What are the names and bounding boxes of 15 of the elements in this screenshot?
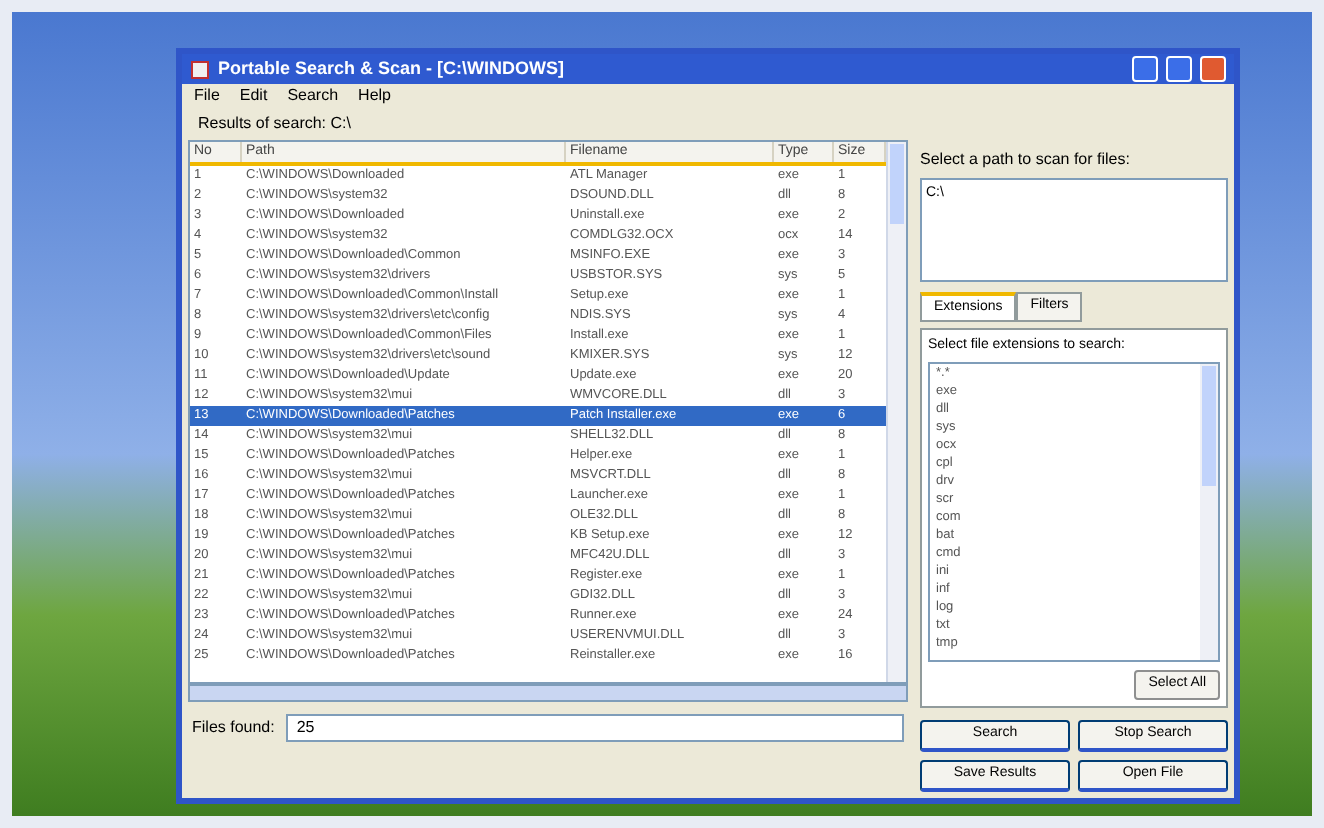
menu-item[interactable]: Search bbox=[287, 84, 339, 109]
files-found-field[interactable]: 25 bbox=[286, 713, 904, 742]
close-button[interactable] bbox=[1200, 56, 1226, 83]
list-scrollbar[interactable] bbox=[1200, 363, 1218, 660]
menu-item[interactable]: Help bbox=[358, 84, 391, 109]
results-path-label: Results of search: C:\ bbox=[198, 112, 351, 137]
files-found-label: Files found: bbox=[192, 715, 275, 740]
window-title: Portable Search & Scan - [C:\WINDOWS] bbox=[218, 55, 565, 82]
app-icon bbox=[190, 59, 210, 80]
menu-item[interactable]: Edit bbox=[239, 84, 268, 109]
vertical-scrollbar[interactable] bbox=[886, 141, 906, 682]
scan-path-label: Select a path to scan for files: bbox=[920, 147, 1132, 172]
maximize-button[interactable] bbox=[1166, 56, 1192, 83]
menu-item[interactable]: File bbox=[194, 84, 220, 109]
minimize-button[interactable] bbox=[1132, 56, 1158, 83]
